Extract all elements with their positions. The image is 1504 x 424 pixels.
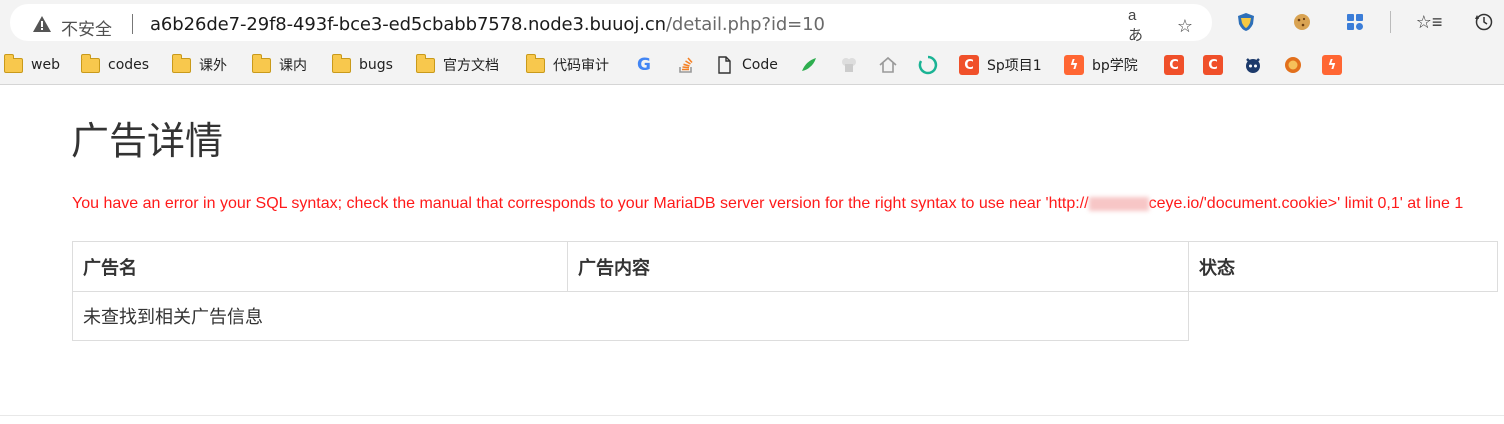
- favorites-icon[interactable]: ☆≡: [1416, 10, 1443, 34]
- folder-icon: [80, 53, 100, 73]
- table-header-row: 广告名 广告内容 状态: [72, 241, 1498, 292]
- home-icon: [879, 56, 897, 73]
- error-text-prefix: You have an error in your SQL syntax; ch…: [72, 195, 1089, 212]
- folder-icon: [171, 53, 191, 73]
- bookmark-label: codes: [108, 57, 150, 73]
- bookmark-label: 官方文档: [443, 58, 499, 74]
- folder-icon: [331, 53, 351, 73]
- burp-icon: ϟ: [1064, 55, 1084, 75]
- folder-icon: [525, 53, 545, 73]
- add-favorite-icon[interactable]: ☆: [1174, 15, 1196, 37]
- cookie-extension-icon[interactable]: [1290, 10, 1314, 34]
- bookmark-stackoverflow[interactable]: [676, 54, 704, 76]
- bookmark-home[interactable]: [878, 54, 906, 76]
- bookmark-folder-codes[interactable]: codes: [80, 53, 150, 76]
- document-icon: [718, 56, 731, 74]
- bookmark-bird[interactable]: [800, 54, 828, 76]
- bookmark-github[interactable]: [1243, 54, 1271, 76]
- shield-extension-icon[interactable]: [1234, 10, 1258, 34]
- bookmark-label: bp学院: [1092, 58, 1138, 74]
- bookmark-label: bugs: [359, 57, 393, 73]
- page-title: 广告详情: [71, 119, 224, 163]
- address-separator: [132, 14, 133, 34]
- address-bar[interactable]: 不安全 a6b26de7-29f8-493f-bce3-ed5cbabb7578…: [10, 4, 1212, 44]
- bookmark-google[interactable]: G: [634, 54, 662, 76]
- bookmark-chef[interactable]: [839, 54, 867, 76]
- url-host: a6b26de7-29f8-493f-bce3-ed5cbabb7578.nod…: [150, 14, 666, 35]
- bookmark-folder-code-audit[interactable]: 代码审计: [525, 53, 609, 76]
- bookmark-burp[interactable]: ϟ: [1322, 54, 1350, 76]
- security-label[interactable]: 不安全: [61, 15, 112, 40]
- toolbar-divider: [1390, 11, 1391, 33]
- url-text[interactable]: a6b26de7-29f8-493f-bce3-ed5cbabb7578.nod…: [150, 14, 825, 35]
- empty-message: 未查找到相关广告信息: [72, 291, 1189, 341]
- bookmarks-bar: web codes 课外 课内 bugs 官方文档 代码审计 G Code C …: [0, 45, 1504, 85]
- bookmark-label: 代码审计: [553, 58, 609, 74]
- bookmark-label: web: [31, 57, 60, 73]
- bookmark-folder-extracurricular[interactable]: 课外: [171, 53, 227, 76]
- burp-icon: ϟ: [1322, 55, 1342, 75]
- lion-icon: [1285, 57, 1301, 73]
- bookmark-c-1[interactable]: C: [1164, 54, 1192, 76]
- sql-error-message: You have an error in your SQL syntax; ch…: [72, 192, 1500, 216]
- loading-icon: [918, 55, 938, 75]
- github-icon: [1246, 58, 1260, 73]
- bookmark-lion[interactable]: [1283, 54, 1311, 76]
- bookmark-label: 课外: [199, 58, 227, 74]
- header-ad-content: 广告内容: [567, 241, 1189, 292]
- ad-table: 广告名 广告内容 状态 未查找到相关广告信息: [72, 241, 1498, 341]
- folder-icon: [251, 53, 271, 73]
- c-icon: C: [1203, 55, 1223, 75]
- header-status: 状态: [1188, 241, 1498, 292]
- history-icon[interactable]: [1472, 10, 1496, 34]
- header-ad-name: 广告名: [72, 241, 568, 292]
- google-icon: G: [637, 55, 651, 75]
- c-icon: C: [959, 55, 979, 75]
- bookmark-loading[interactable]: [918, 54, 946, 76]
- bookmark-c-2[interactable]: C: [1203, 54, 1231, 76]
- footer-divider: [0, 415, 1504, 416]
- stackoverflow-icon: [679, 57, 693, 73]
- error-text-suffix: ceye.io/'document.cookie>' limit 0,1' at…: [1148, 195, 1464, 212]
- chef-icon: [842, 58, 856, 72]
- table-row: 未查找到相关广告信息: [72, 291, 1498, 341]
- bird-icon: [802, 58, 816, 71]
- browser-toolbar: 不安全 a6b26de7-29f8-493f-bce3-ed5cbabb7578…: [0, 0, 1504, 45]
- bookmark-label: Sp项目1: [987, 58, 1042, 74]
- folder-icon: [415, 53, 435, 73]
- bookmark-folder-docs[interactable]: 官方文档: [415, 53, 499, 76]
- bookmark-folder-web[interactable]: web: [3, 53, 60, 76]
- empty-status-cell: [1189, 292, 1498, 341]
- bookmark-label: 课内: [279, 58, 307, 74]
- bookmark-folder-bugs[interactable]: bugs: [331, 53, 393, 76]
- bookmark-code[interactable]: Code: [714, 54, 778, 76]
- warning-icon[interactable]: [32, 15, 52, 33]
- url-path: /detail.php?id=10: [665, 14, 825, 35]
- folder-icon: [3, 53, 23, 73]
- bookmark-sp-project[interactable]: C Sp项目1: [959, 54, 1042, 76]
- c-icon: C: [1164, 55, 1184, 75]
- read-aloud-button[interactable]: aあ: [1128, 7, 1150, 44]
- bookmark-label: Code: [742, 57, 778, 73]
- extensions-icon[interactable]: [1343, 10, 1367, 34]
- redacted-text: [1088, 196, 1149, 211]
- bookmark-bp-academy[interactable]: ϟ bp学院: [1064, 54, 1138, 76]
- bookmark-folder-coursework[interactable]: 课内: [251, 53, 307, 76]
